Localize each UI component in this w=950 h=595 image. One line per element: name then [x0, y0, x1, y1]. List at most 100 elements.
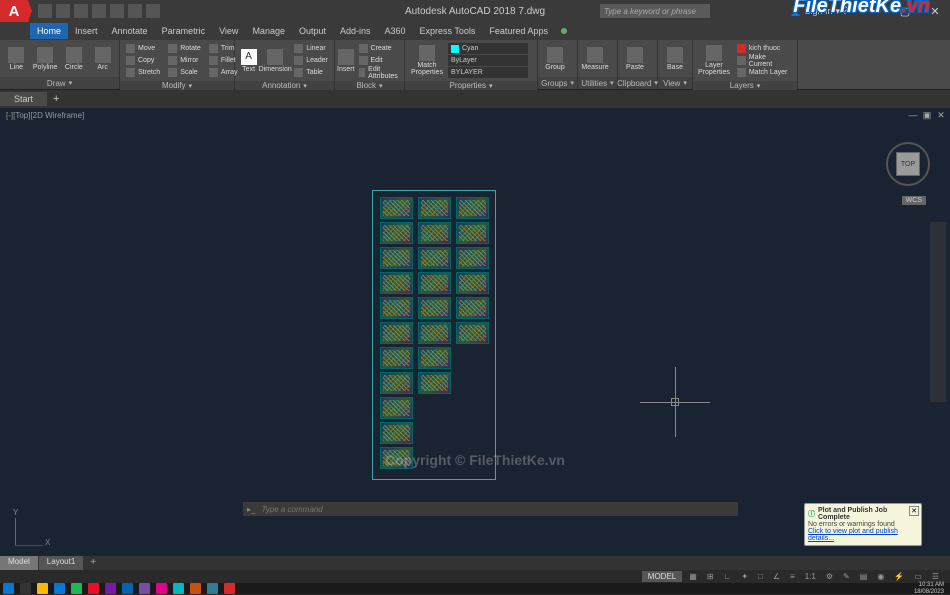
base-button[interactable]: Base — [660, 42, 690, 75]
panel-block-label[interactable]: Block — [335, 81, 404, 90]
edit-block-button[interactable]: Edit — [356, 55, 404, 66]
tab-view[interactable]: View — [212, 23, 245, 39]
viewport-label[interactable]: [-][Top][2D Wireframe] — [6, 111, 84, 120]
app-icon[interactable] — [88, 583, 99, 594]
color-dropdown[interactable]: Cyan — [448, 43, 528, 54]
navigation-bar[interactable] — [930, 222, 946, 402]
panel-view-label[interactable]: View — [658, 77, 692, 89]
tab-output[interactable]: Output — [292, 23, 333, 39]
app-icon[interactable] — [156, 583, 167, 594]
vp-close-button[interactable]: ✕ — [936, 110, 946, 120]
paste-button[interactable]: Paste — [620, 42, 650, 75]
layout-tab-layout1[interactable]: Layout1 — [39, 556, 83, 570]
qat-redo-icon[interactable] — [146, 4, 160, 18]
tab-a360[interactable]: A360 — [378, 23, 413, 39]
tab-express-tools[interactable]: Express Tools — [413, 23, 483, 39]
arc-button[interactable]: Arc — [88, 42, 117, 75]
status-scale-dropdown[interactable]: 1:1 — [802, 572, 819, 581]
app-logo-icon[interactable]: A — [0, 0, 28, 22]
viewcube-face[interactable]: TOP — [896, 152, 920, 176]
table-button[interactable]: Table — [291, 67, 331, 78]
stretch-button[interactable]: Stretch — [123, 67, 163, 78]
status-snap-icon[interactable]: ⊞ — [704, 572, 717, 581]
leader-button[interactable]: Leader — [291, 55, 331, 66]
linetype-dropdown[interactable]: ByLayer — [448, 55, 528, 66]
wcs-badge[interactable]: WCS — [902, 196, 926, 205]
mirror-button[interactable]: Mirror — [165, 55, 204, 66]
status-clean-icon[interactable]: ▭ — [911, 572, 925, 581]
line-button[interactable]: Line — [2, 42, 31, 75]
insert-button[interactable]: Insert — [337, 42, 355, 79]
status-workspace-icon[interactable]: ▤ — [857, 572, 871, 581]
polyline-button[interactable]: Polyline — [31, 42, 60, 75]
panel-properties-label[interactable]: Properties — [405, 81, 537, 90]
status-customize-icon[interactable]: ☰ — [929, 572, 942, 581]
tab-annotate[interactable]: Annotate — [105, 23, 155, 39]
panel-modify-label[interactable]: Modify — [120, 81, 234, 90]
taskview-icon[interactable] — [20, 583, 31, 594]
edit-attributes-button[interactable]: Edit Attributes — [356, 67, 404, 78]
qat-plot-icon[interactable] — [110, 4, 124, 18]
qat-undo-icon[interactable] — [128, 4, 142, 18]
layout-tab-model[interactable]: Model — [0, 556, 38, 570]
status-polar-icon[interactable]: ✦ — [738, 572, 751, 581]
start-button-icon[interactable] — [3, 583, 14, 594]
status-lineweight-icon[interactable]: ≡ — [787, 572, 798, 581]
tab-manage[interactable]: Manage — [245, 23, 292, 39]
status-ortho-icon[interactable]: ∟ — [721, 572, 735, 581]
panel-utilities-label[interactable]: Utilities — [578, 77, 617, 89]
tab-parametric[interactable]: Parametric — [155, 23, 213, 39]
qat-open-icon[interactable] — [56, 4, 70, 18]
status-otrack-icon[interactable]: ∠ — [770, 572, 783, 581]
notification-close-button[interactable]: ✕ — [909, 506, 919, 516]
tab-home[interactable]: Home — [30, 23, 68, 39]
vp-minimize-button[interactable]: — — [908, 110, 918, 120]
match-properties-button[interactable]: Match Properties — [407, 42, 447, 79]
tab-addins[interactable]: Add-ins — [333, 23, 378, 39]
copy-button[interactable]: Copy — [123, 55, 163, 66]
qat-save-icon[interactable] — [74, 4, 88, 18]
command-input[interactable] — [261, 505, 734, 514]
status-osnap-icon[interactable]: □ — [755, 572, 766, 581]
dimension-button[interactable]: Dimension — [260, 42, 290, 79]
file-tab-add-button[interactable]: + — [47, 91, 65, 107]
scale-button[interactable]: Scale — [165, 67, 204, 78]
help-search-input[interactable]: Type a keyword or phrase — [600, 4, 710, 18]
notification-link[interactable]: Click to view plot and publish details..… — [808, 528, 918, 542]
layer-properties-button[interactable]: Layer Properties — [695, 42, 733, 79]
vp-restore-button[interactable]: ▣ — [922, 110, 932, 120]
autocad-taskbar-icon[interactable] — [224, 583, 235, 594]
panel-indicator-icon[interactable] — [561, 28, 567, 34]
status-annotation-icon[interactable]: ✎ — [840, 572, 853, 581]
drawing-canvas[interactable]: Y X TOP WCS ✕ ⓘPlot and Publish Job Comp… — [0, 122, 950, 556]
make-current-button[interactable]: Make Current — [734, 55, 794, 66]
system-clock[interactable]: 10:31 AM 18/08/2023 — [914, 582, 944, 595]
status-isolate-icon[interactable]: ◉ — [874, 572, 887, 581]
qat-saveas-icon[interactable] — [92, 4, 106, 18]
create-block-button[interactable]: Create — [356, 43, 404, 54]
layer-current-button[interactable]: kich thuoc — [734, 43, 794, 54]
app-icon[interactable] — [105, 583, 116, 594]
tab-insert[interactable]: Insert — [68, 23, 105, 39]
lineweight-dropdown[interactable]: BYLAYER — [448, 67, 528, 78]
panel-draw-label[interactable]: Draw — [0, 77, 119, 89]
move-button[interactable]: Move — [123, 43, 163, 54]
explorer-icon[interactable] — [37, 583, 48, 594]
app-icon[interactable] — [173, 583, 184, 594]
layout-tab-add-button[interactable]: + — [84, 556, 102, 570]
text-button[interactable]: AText — [237, 42, 260, 79]
tab-featured-apps[interactable]: Featured Apps — [482, 23, 555, 39]
app-icon[interactable] — [139, 583, 150, 594]
status-gear-icon[interactable]: ⚙ — [823, 572, 836, 581]
panel-clipboard-label[interactable]: Clipboard — [618, 77, 657, 89]
app-icon[interactable] — [122, 583, 133, 594]
viewcube[interactable]: TOP — [886, 142, 930, 186]
linear-button[interactable]: Linear — [291, 43, 331, 54]
panel-annotation-label[interactable]: Annotation — [235, 81, 334, 90]
status-hardware-icon[interactable]: ⚡ — [891, 572, 907, 581]
status-grid-icon[interactable]: ▦ — [686, 572, 700, 581]
app-icon[interactable] — [207, 583, 218, 594]
status-model-button[interactable]: MODEL — [642, 571, 682, 582]
panel-layers-label[interactable]: Layers — [693, 81, 797, 90]
measure-button[interactable]: Measure — [580, 42, 610, 75]
